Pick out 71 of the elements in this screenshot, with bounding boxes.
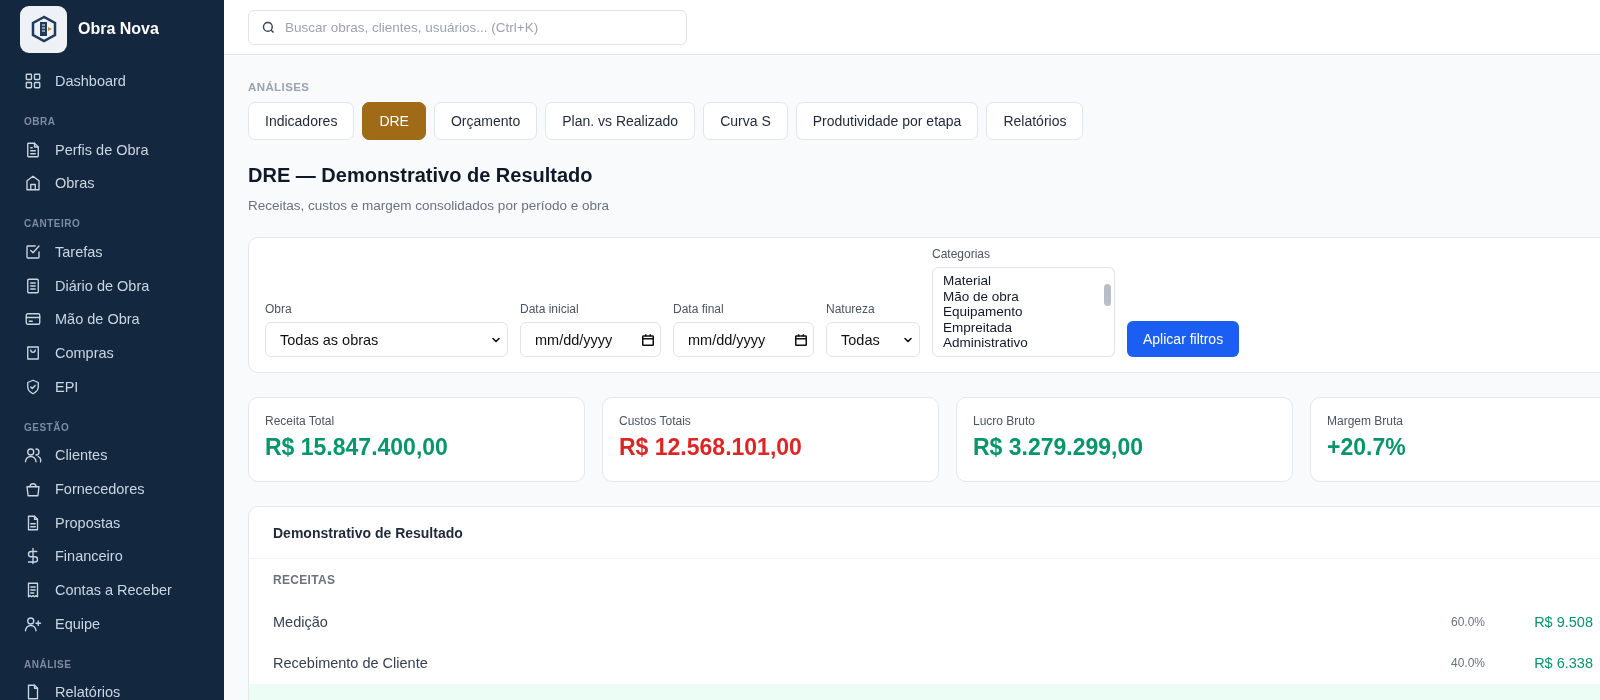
field-label: Natureza [826, 302, 876, 316]
basket-icon [24, 480, 42, 499]
kpi-value: R$ 15.847.400,00 [265, 434, 449, 461]
calendar-icon [641, 332, 655, 347]
panel-title: Demonstrativo de Resultado [249, 507, 1600, 559]
analysis-tab[interactable]: DRE [362, 102, 426, 140]
search-icon [261, 19, 276, 35]
building-icon [24, 174, 42, 193]
kpi-label: Receita Total [265, 414, 336, 428]
sidebar-item[interactable]: Tarefas [0, 235, 224, 269]
select-field[interactable]: Todas as obras [265, 322, 508, 357]
brand-name: Obra Nova [78, 20, 159, 38]
checkbox-icon [24, 242, 42, 261]
date-field[interactable]: mm/dd/yyyy [520, 322, 661, 357]
sidebar-item[interactable]: Obras [0, 166, 224, 201]
analysis-tab[interactable]: Indicadores [248, 102, 355, 140]
group-heading: RECEITAS [272, 572, 337, 589]
sidebar-item[interactable]: Perfis de Obra [0, 132, 224, 167]
sidebar-section-title: ANÁLISE [23, 657, 73, 672]
sidebar-item[interactable]: Compras [0, 336, 224, 370]
analysis-tab[interactable]: Orçamento [433, 102, 538, 140]
page-subtitle: Receitas, custos e margem consolidados por período e obra [248, 198, 610, 213]
line-item-label: Medição [273, 613, 329, 630]
sidebar-section-title: OBRA [23, 114, 57, 129]
sidebar-item[interactable]: Diário de Obra [0, 268, 224, 303]
field-label: Data final [673, 302, 725, 316]
sidebar-item[interactable]: Contas a Receber [0, 573, 224, 607]
line-item-percent: 40.0% [1451, 655, 1487, 670]
sidebar-item[interactable]: Relatórios [0, 675, 224, 700]
date-field[interactable]: mm/dd/yyyy [673, 322, 814, 357]
sidebar-item[interactable]: Equipe [0, 606, 224, 641]
field-label: Categorias [932, 247, 992, 261]
sidebar-item[interactable]: Propostas [0, 505, 224, 540]
sidebar-item[interactable]: Dashboard [0, 64, 224, 98]
kpi-value: R$ 3.279.299,00 [973, 434, 1145, 461]
field-label: Data inicial [520, 302, 580, 316]
kpi-label: Lucro Bruto [973, 414, 1037, 428]
analysis-tab[interactable]: Curva S [703, 102, 788, 140]
line-item-value: R$ 9.508 [1533, 613, 1593, 630]
line-item-label: Recebimento de Cliente [273, 654, 429, 671]
analysis-tab[interactable]: Relatórios [986, 102, 1084, 140]
kpi-value: +20.7% [1327, 434, 1407, 461]
kpi-label: Margem Bruta [1327, 414, 1405, 428]
select-field[interactable]: Todas [826, 322, 920, 357]
bag-icon [24, 343, 42, 362]
user-plus-icon [24, 614, 42, 633]
field-label: Obra [265, 302, 293, 316]
category-listbox[interactable]: Material Mão de obra Equipamento Empreitada Administrativo [932, 267, 1115, 357]
sidebar-section-title: CANTEIRO [23, 217, 82, 232]
sidebar-section-title: GESTÃO [23, 420, 71, 435]
page-title: DRE — Demonstrativo de Resultado [248, 164, 594, 187]
sidebar-item[interactable]: Clientes [0, 438, 224, 473]
section-label: ANÁLISES [248, 81, 311, 93]
users-icon [24, 446, 42, 465]
kpi-value: R$ 12.568.101,00 [619, 434, 803, 461]
apply-filters-button[interactable]: Aplicar filtros [1127, 321, 1240, 357]
line-item-percent: 60.0% [1451, 614, 1487, 629]
document-icon [24, 140, 42, 159]
sidebar-item[interactable]: Financeiro [0, 539, 224, 574]
sidebar-item[interactable]: EPI [0, 369, 224, 404]
scrollbar-thumb[interactable] [1104, 284, 1111, 306]
sidebar-item[interactable]: Mão de Obra [0, 302, 224, 337]
line-item-value: R$ 6.338 [1533, 654, 1593, 671]
analysis-tab[interactable]: Produtividade por etapa [795, 102, 979, 140]
kpi-label: Custos Totais [619, 414, 692, 428]
notebook-icon [24, 276, 42, 295]
calendar-icon [794, 332, 808, 347]
shield-check-icon [24, 377, 42, 396]
analysis-tab[interactable]: Plan. vs Realizado [545, 102, 696, 140]
grid-icon [24, 71, 42, 90]
sidebar-item[interactable]: Fornecedores [0, 472, 224, 506]
